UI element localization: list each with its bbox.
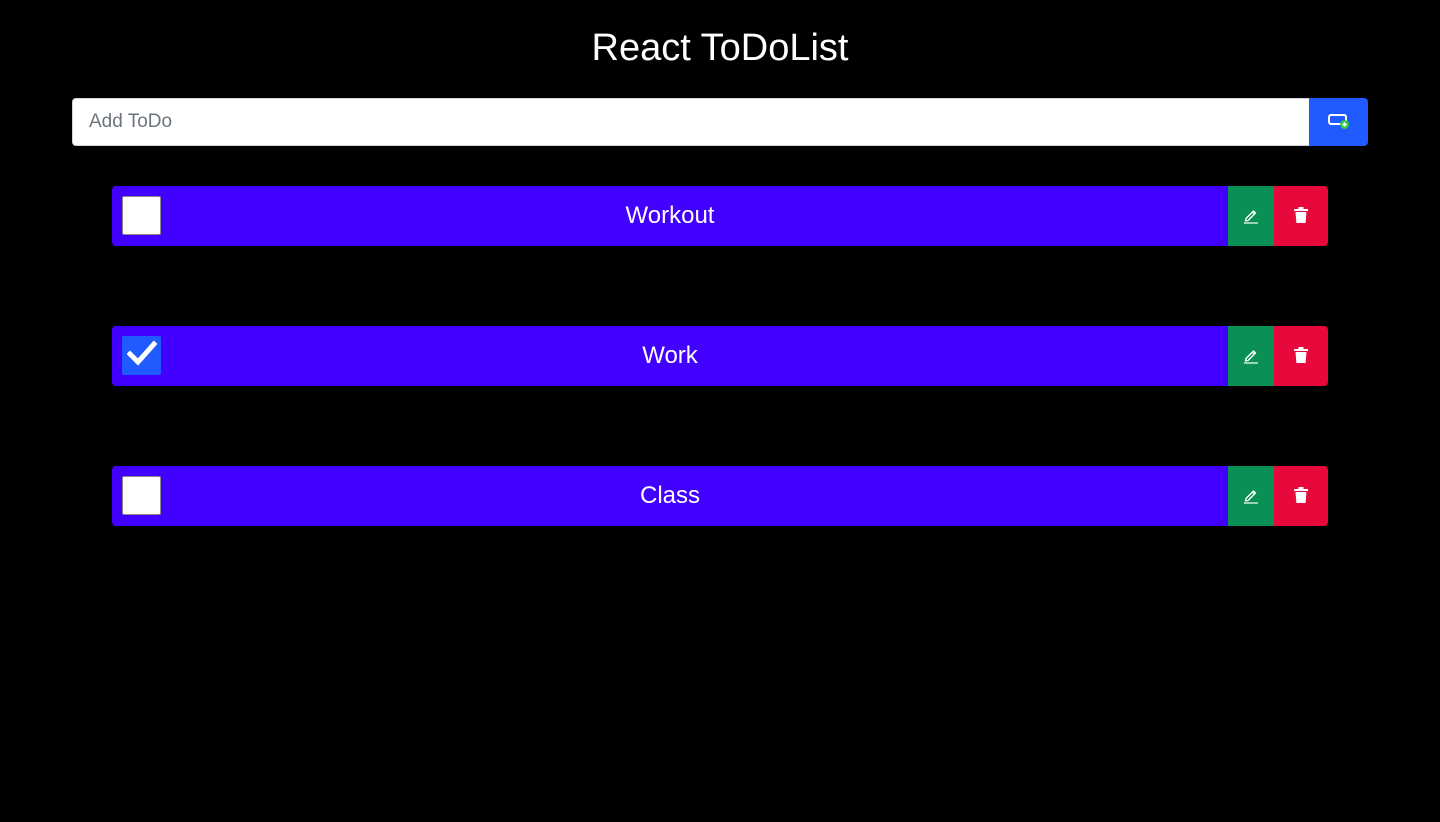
trash-icon — [1294, 346, 1308, 366]
add-task-icon — [1327, 112, 1350, 133]
todo-checkbox[interactable] — [122, 336, 161, 375]
add-todo-input[interactable] — [72, 98, 1309, 146]
todo-app: React ToDoList Workout — [0, 0, 1440, 822]
todo-item-bar: Work — [112, 326, 1228, 386]
edit-button[interactable] — [1228, 326, 1274, 386]
todo-item-text: Class — [639, 482, 700, 509]
pencil-icon — [1242, 206, 1260, 227]
todo-item-bar: Workout — [112, 186, 1228, 246]
trash-icon — [1294, 206, 1308, 226]
delete-button[interactable] — [1274, 466, 1328, 526]
todo-item-text: Workout — [625, 202, 715, 229]
todo-checkbox[interactable] — [122, 196, 161, 235]
todo-item: Workout — [112, 186, 1328, 246]
add-todo-button[interactable] — [1309, 98, 1368, 146]
todo-list: Workout Work Class — [112, 186, 1328, 606]
pencil-icon — [1242, 486, 1260, 507]
add-todo-form — [72, 98, 1368, 146]
todo-item: Work — [112, 326, 1328, 386]
todo-item: Class — [112, 466, 1328, 526]
edit-button[interactable] — [1228, 466, 1274, 526]
delete-button[interactable] — [1274, 186, 1328, 246]
todo-item-text: Work — [642, 342, 698, 369]
todo-checkbox[interactable] — [122, 476, 161, 515]
page-title: React ToDoList — [591, 27, 849, 69]
edit-button[interactable] — [1228, 186, 1274, 246]
delete-button[interactable] — [1274, 326, 1328, 386]
trash-icon — [1294, 486, 1308, 506]
checkmark-icon — [125, 340, 158, 371]
todo-item-bar: Class — [112, 466, 1228, 526]
pencil-icon — [1242, 346, 1260, 367]
